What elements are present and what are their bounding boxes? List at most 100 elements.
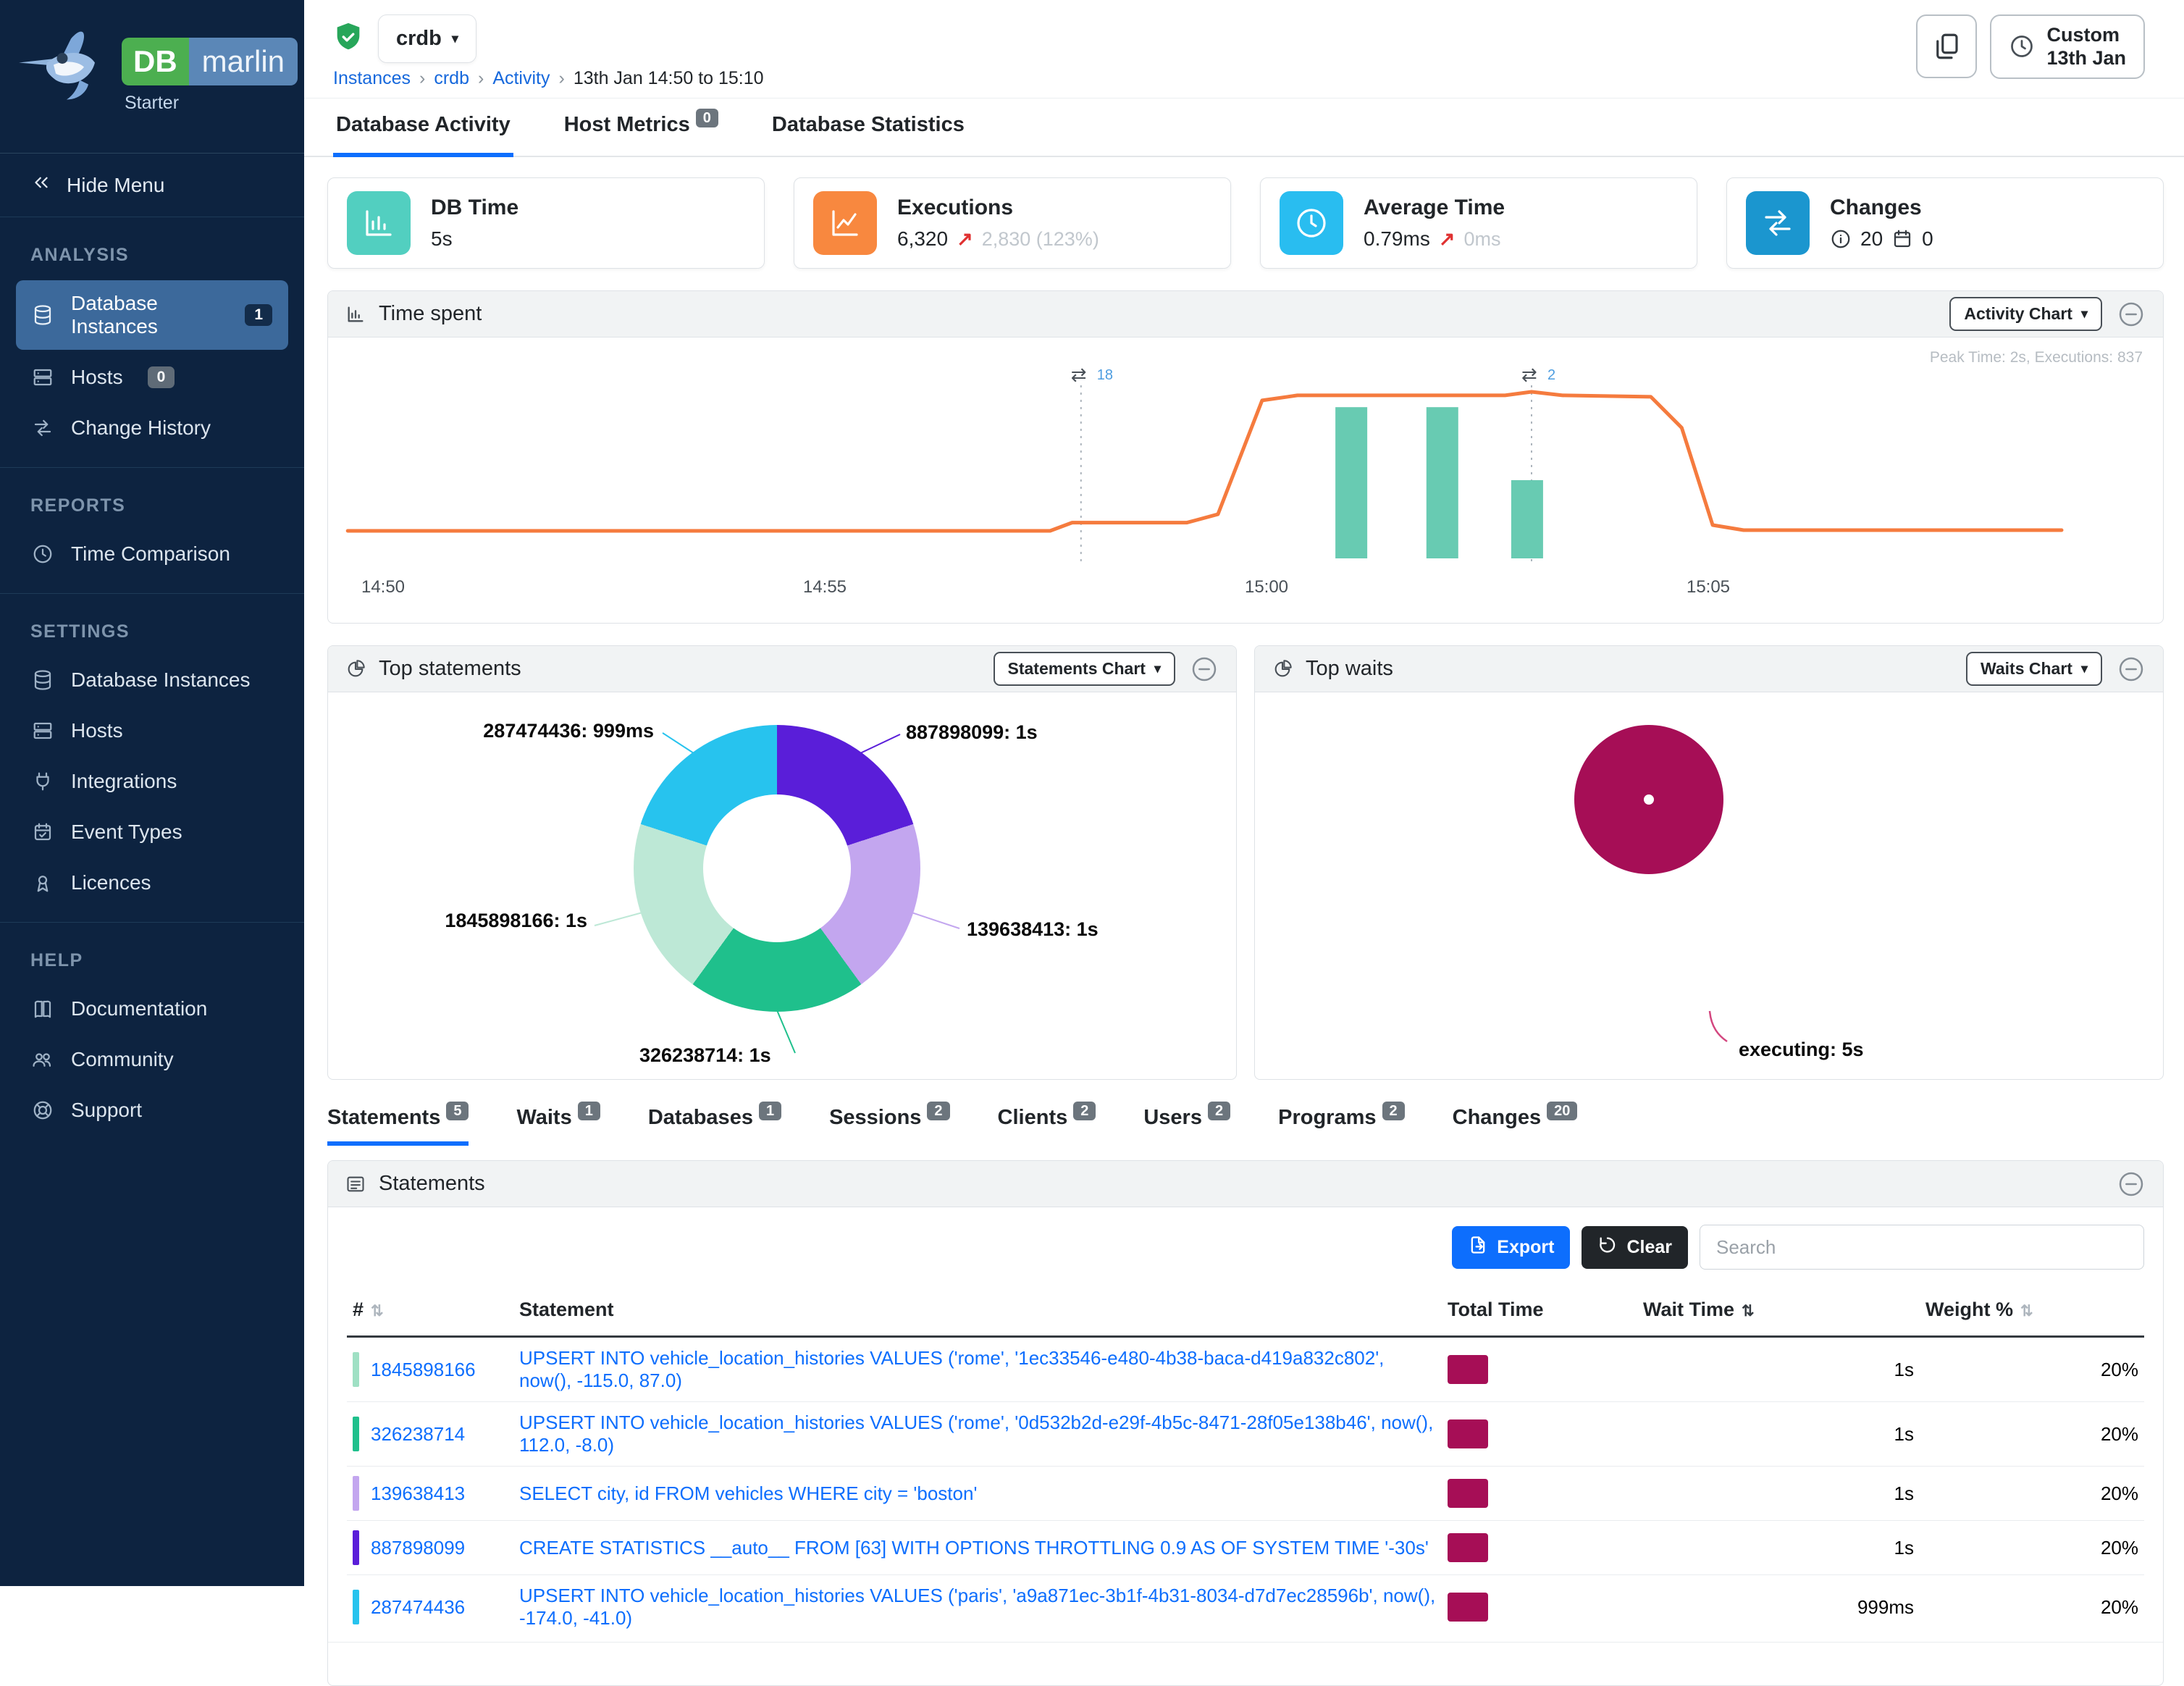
detail-tab-users[interactable]: Users2: [1143, 1106, 1230, 1146]
statement-id-link[interactable]: 287474436: [371, 1596, 465, 1619]
sidebar-item-label: Change History: [71, 416, 211, 440]
tab-label: Host Metrics: [564, 113, 690, 136]
detail-tab-changes[interactable]: Changes20: [1453, 1106, 1578, 1146]
collapse-icon[interactable]: [2117, 300, 2146, 329]
breadcrumb-separator: ›: [469, 68, 492, 88]
sidebar-item-badge: 1: [245, 304, 272, 326]
pie-chart-icon: [345, 659, 366, 679]
card-title: DB Time: [431, 196, 518, 220]
sidebar-item-label: Database Instances: [71, 292, 220, 338]
clear-button[interactable]: Clear: [1582, 1226, 1688, 1269]
weight-cell: 20%: [1920, 1467, 2144, 1521]
column-label: Statement: [519, 1299, 614, 1320]
column-header-weight-[interactable]: Weight %⇅: [1920, 1284, 2144, 1337]
clock-icon: [2009, 33, 2035, 59]
licence-icon: [32, 872, 54, 894]
sidebar-item-community[interactable]: Community: [16, 1036, 288, 1083]
column-label: Weight %: [1925, 1299, 2013, 1320]
search-input[interactable]: [1700, 1225, 2144, 1270]
peak-note: Peak Time: 2s, Executions: 837: [1930, 349, 2143, 366]
metric-card-executions[interactable]: Executions6,320↗2,830 (123%): [794, 177, 1231, 269]
export-button[interactable]: Export: [1452, 1226, 1570, 1269]
column-header--[interactable]: #⇅: [347, 1284, 513, 1337]
tab-host-metrics[interactable]: Host Metrics0: [561, 98, 721, 156]
card-main-value: 0.79ms: [1364, 227, 1430, 251]
brand-edition: Starter: [125, 93, 179, 114]
sidebar-item-integrations[interactable]: Integrations: [16, 758, 288, 805]
sidebar-section-reports: REPORTS Time Comparison: [0, 467, 304, 593]
copy-button[interactable]: [1916, 14, 1977, 78]
clock-icon: [32, 543, 54, 565]
activity-chart-svg[interactable]: ⇄18⇄214:5014:5515:0015:05: [328, 337, 2164, 623]
detail-tab-badge: 2: [1382, 1102, 1405, 1120]
statement-id-link[interactable]: 139638413: [371, 1482, 465, 1505]
plug-icon: [32, 771, 54, 792]
hide-menu-button[interactable]: Hide Menu: [0, 154, 304, 217]
waits-donut-ring[interactable]: [1574, 725, 1723, 874]
caret-down-icon: ▾: [2081, 306, 2088, 322]
statement-id-link[interactable]: 326238714: [371, 1423, 465, 1446]
time-range-button[interactable]: Custom 13th Jan: [1990, 14, 2145, 79]
activity-chart-label: Activity Chart: [1964, 304, 2072, 324]
statements-donut-ring[interactable]: [634, 725, 920, 1012]
waits-chart-dropdown[interactable]: Waits Chart ▾: [1966, 652, 2102, 686]
breadcrumb: Instances›crdb›Activity›13th Jan 14:50 t…: [333, 68, 764, 89]
export-icon: [1468, 1235, 1488, 1255]
collapse-icon[interactable]: [2117, 655, 2146, 684]
breadcrumb-link[interactable]: Instances: [333, 68, 411, 88]
collapse-icon[interactable]: [2117, 1170, 2146, 1199]
collapse-icon[interactable]: [1190, 655, 1219, 684]
sidebar-item-support[interactable]: Support: [16, 1087, 288, 1133]
swap-icon-box: [1746, 191, 1810, 255]
column-header-total-time[interactable]: Total Time: [1442, 1284, 1637, 1337]
detail-tab-waits[interactable]: Waits1: [516, 1106, 600, 1146]
sidebar-item-time-comparison[interactable]: Time Comparison: [16, 531, 288, 577]
statement-id-link[interactable]: 887898099: [371, 1537, 465, 1559]
statement-text-link[interactable]: UPSERT INTO vehicle_location_histories V…: [519, 1347, 1384, 1391]
detail-tab-clients[interactable]: Clients2: [998, 1106, 1096, 1146]
sidebar-item-licences[interactable]: Licences: [16, 860, 288, 906]
instance-selector-button[interactable]: crdb ▾: [378, 14, 476, 63]
sidebar-item-database-instances[interactable]: Database Instances 1: [16, 280, 288, 350]
weight-cell: 20%: [1920, 1337, 2144, 1402]
sidebar-item-documentation[interactable]: Documentation: [16, 986, 288, 1032]
statement-id-link[interactable]: 1845898166: [371, 1359, 476, 1381]
activity-chart-dropdown[interactable]: Activity Chart ▾: [1949, 297, 2102, 331]
metric-card-average-time[interactable]: Average Time0.79ms↗0ms: [1260, 177, 1697, 269]
metric-card-changes[interactable]: Changes200: [1726, 177, 2164, 269]
support-icon: [32, 1099, 54, 1121]
column-header-wait-time[interactable]: Wait Time⇅: [1637, 1284, 1920, 1337]
statement-text-link[interactable]: CREATE STATISTICS __auto__ FROM [63] WIT…: [519, 1537, 1429, 1559]
detail-tab-sessions[interactable]: Sessions2: [829, 1106, 949, 1146]
tab-label: Database Statistics: [772, 113, 965, 136]
detail-tab-badge: 5: [446, 1102, 469, 1120]
detail-tab-databases[interactable]: Databases1: [648, 1106, 781, 1146]
sidebar-item-label: Time Comparison: [71, 542, 230, 566]
sidebar-item-hosts[interactable]: Hosts0: [16, 354, 288, 400]
calendar-icon: [1891, 228, 1913, 250]
statements-table-panel: Statements Export Clear #⇅StatementTotal…: [327, 1160, 2164, 1686]
wait-time-cell: 1s: [1637, 1402, 1920, 1467]
detail-tab-programs[interactable]: Programs2: [1278, 1106, 1405, 1146]
metric-cards: DB Time5s Executions6,320↗2,830 (123%) Ave…: [327, 177, 2164, 269]
breadcrumb-link[interactable]: Activity: [492, 68, 550, 88]
tab-database-activity[interactable]: Database Activity: [333, 98, 513, 157]
card-value: 0.79ms↗0ms: [1364, 227, 1505, 251]
sidebar-item-event-types[interactable]: Event Types: [16, 809, 288, 855]
waits-donut: executing: 5s: [1255, 692, 2163, 1079]
column-header-statement[interactable]: Statement: [513, 1284, 1442, 1337]
sidebar-section-title: REPORTS: [0, 478, 304, 527]
statements-chart-dropdown[interactable]: Statements Chart ▾: [994, 652, 1175, 686]
statement-text-link[interactable]: UPSERT INTO vehicle_location_histories V…: [519, 1585, 1435, 1629]
sidebar-item-database-instances[interactable]: Database Instances: [16, 657, 288, 703]
breadcrumb-separator: ›: [411, 68, 434, 88]
detail-tab-statements[interactable]: Statements5: [327, 1106, 469, 1146]
detail-tab-badge: 1: [578, 1102, 600, 1120]
breadcrumb-link[interactable]: crdb: [434, 68, 469, 88]
sidebar-item-hosts[interactable]: Hosts: [16, 708, 288, 754]
statement-text-link[interactable]: SELECT city, id FROM vehicles WHERE city…: [519, 1482, 977, 1504]
statement-text-link[interactable]: UPSERT INTO vehicle_location_histories V…: [519, 1412, 1433, 1456]
sidebar-item-change-history[interactable]: Change History: [16, 405, 288, 451]
metric-card-db-time[interactable]: DB Time5s: [327, 177, 765, 269]
tab-database-statistics[interactable]: Database Statistics: [769, 98, 967, 156]
